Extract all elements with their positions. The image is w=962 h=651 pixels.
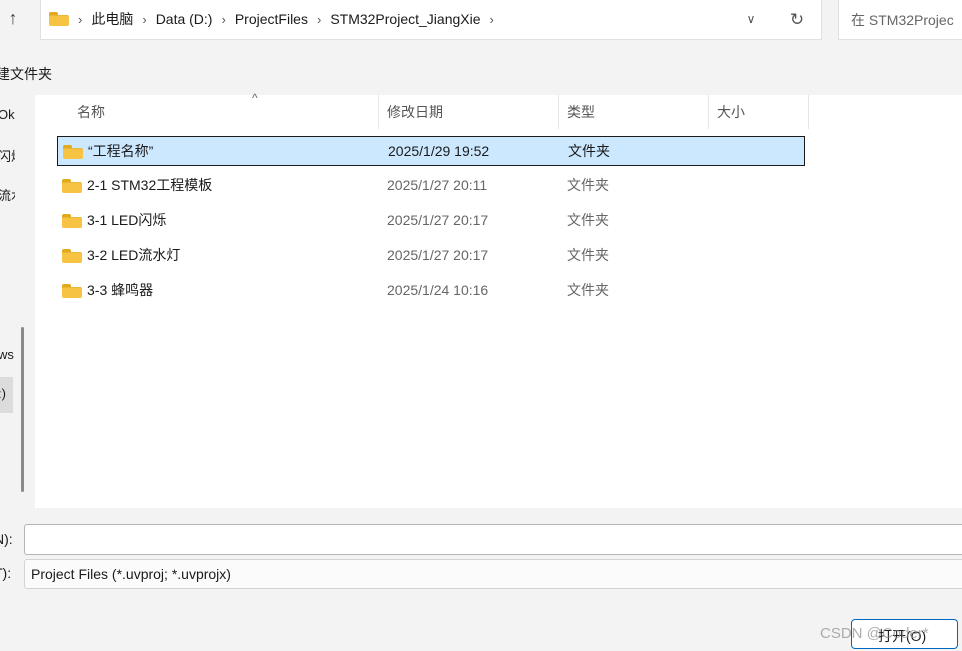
navigation-pane[interactable]: Ok 闪烁 流水 ws :) [0, 95, 15, 508]
folder-icon [62, 249, 82, 263]
breadcrumb-this-pc[interactable]: 此电脑 [91, 9, 133, 29]
file-type: 文件夹 [567, 247, 609, 263]
breadcrumb-data-drive[interactable]: Data (D:) [156, 11, 213, 27]
breadcrumb-projectfiles[interactable]: ProjectFiles [235, 11, 308, 27]
file-row[interactable]: 3-2 LED流水灯 2025/1/27 20:17 文件夹 [57, 241, 805, 271]
chevron-right-icon[interactable]: › [317, 12, 321, 27]
filetype-select[interactable]: Project Files (*.uvproj; *.uvprojx) [24, 559, 962, 589]
file-type: 文件夹 [567, 212, 609, 228]
file-date: 2025/1/27 20:11 [387, 177, 488, 193]
column-header-name[interactable]: 名称 ^ [69, 91, 379, 129]
filetype-label: T): [0, 565, 12, 581]
search-placeholder: 在 STM32Projec [851, 12, 954, 28]
file-type: 文件夹 [567, 282, 609, 298]
file-row[interactable]: 2-1 STM32工程模板 2025/1/27 20:11 文件夹 [57, 171, 805, 201]
column-header-size[interactable]: 大小 [709, 95, 809, 129]
file-type: 文件夹 [568, 143, 610, 159]
file-name: 2-1 STM32工程模板 [87, 177, 213, 193]
column-date-label: 修改日期 [387, 104, 443, 120]
file-row[interactable]: “工程名称” 2025/1/29 19:52 文件夹 [57, 136, 805, 166]
nav-item-fragment[interactable]: ws [0, 347, 14, 362]
nav-item-fragment[interactable]: :) [0, 386, 6, 401]
breadcrumb-stm32project[interactable]: STM32Project_JiangXie [330, 11, 480, 27]
file-row[interactable]: 3-3 蜂鸣器 2025/1/24 10:16 文件夹 [57, 276, 805, 306]
file-date: 2025/1/27 20:17 [387, 247, 489, 263]
file-row[interactable]: 3-1 LED闪烁 2025/1/27 20:17 文件夹 [57, 206, 805, 236]
folder-icon [62, 179, 82, 193]
file-date: 2025/1/27 20:17 [387, 212, 489, 228]
folder-icon [62, 284, 82, 298]
breadcrumb: › 此电脑 › Data (D:) › ProjectFiles › STM32… [49, 0, 503, 38]
file-name: 3-2 LED流水灯 [87, 247, 181, 263]
column-header-type[interactable]: 类型 [559, 95, 709, 129]
nav-scrollbar[interactable] [21, 327, 24, 492]
nav-item-fragment[interactable]: 流水 [0, 185, 15, 204]
file-type: 文件夹 [567, 177, 609, 193]
folder-icon [63, 145, 83, 159]
file-date: 2025/1/24 10:16 [387, 282, 489, 298]
new-folder-button[interactable]: 建文件夹 [0, 64, 52, 84]
chevron-right-icon[interactable]: › [221, 12, 225, 27]
filename-input[interactable] [24, 524, 962, 555]
address-bar[interactable]: › 此电脑 › Data (D:) › ProjectFiles › STM32… [40, 0, 822, 40]
file-name: 3-3 蜂鸣器 [87, 282, 154, 298]
refresh-icon[interactable]: ↻ [785, 8, 809, 32]
column-type-label: 类型 [567, 104, 595, 120]
chevron-right-icon[interactable]: › [490, 12, 494, 27]
column-name-label: 名称 [77, 104, 105, 120]
column-header-date[interactable]: 修改日期 [379, 95, 559, 129]
chevron-right-icon[interactable]: › [142, 12, 146, 27]
nav-item-fragment[interactable]: Ok [0, 107, 15, 122]
chevron-down-icon[interactable]: ∨ [741, 9, 761, 29]
file-list[interactable]: 名称 ^ 修改日期 类型 大小 “工程名称” 2025/1/29 19:52 文… [35, 91, 962, 508]
search-input[interactable]: 在 STM32Projec [838, 0, 962, 40]
file-name: “工程名称” [88, 143, 154, 159]
nav-item-fragment[interactable]: 闪烁 [0, 146, 15, 165]
sort-ascending-icon: ^ [252, 91, 258, 105]
file-date: 2025/1/29 19:52 [388, 143, 490, 159]
folder-icon [49, 12, 69, 26]
filename-label: N): [0, 531, 13, 547]
up-arrow-icon[interactable]: ↑ [2, 6, 24, 30]
chevron-right-icon[interactable]: › [78, 12, 82, 27]
filetype-value: Project Files (*.uvproj; *.uvprojx) [31, 566, 231, 582]
column-size-label: 大小 [717, 104, 745, 120]
file-name: 3-1 LED闪烁 [87, 212, 167, 228]
folder-icon [62, 214, 82, 228]
watermark: CSDN @Coder* [820, 625, 929, 642]
